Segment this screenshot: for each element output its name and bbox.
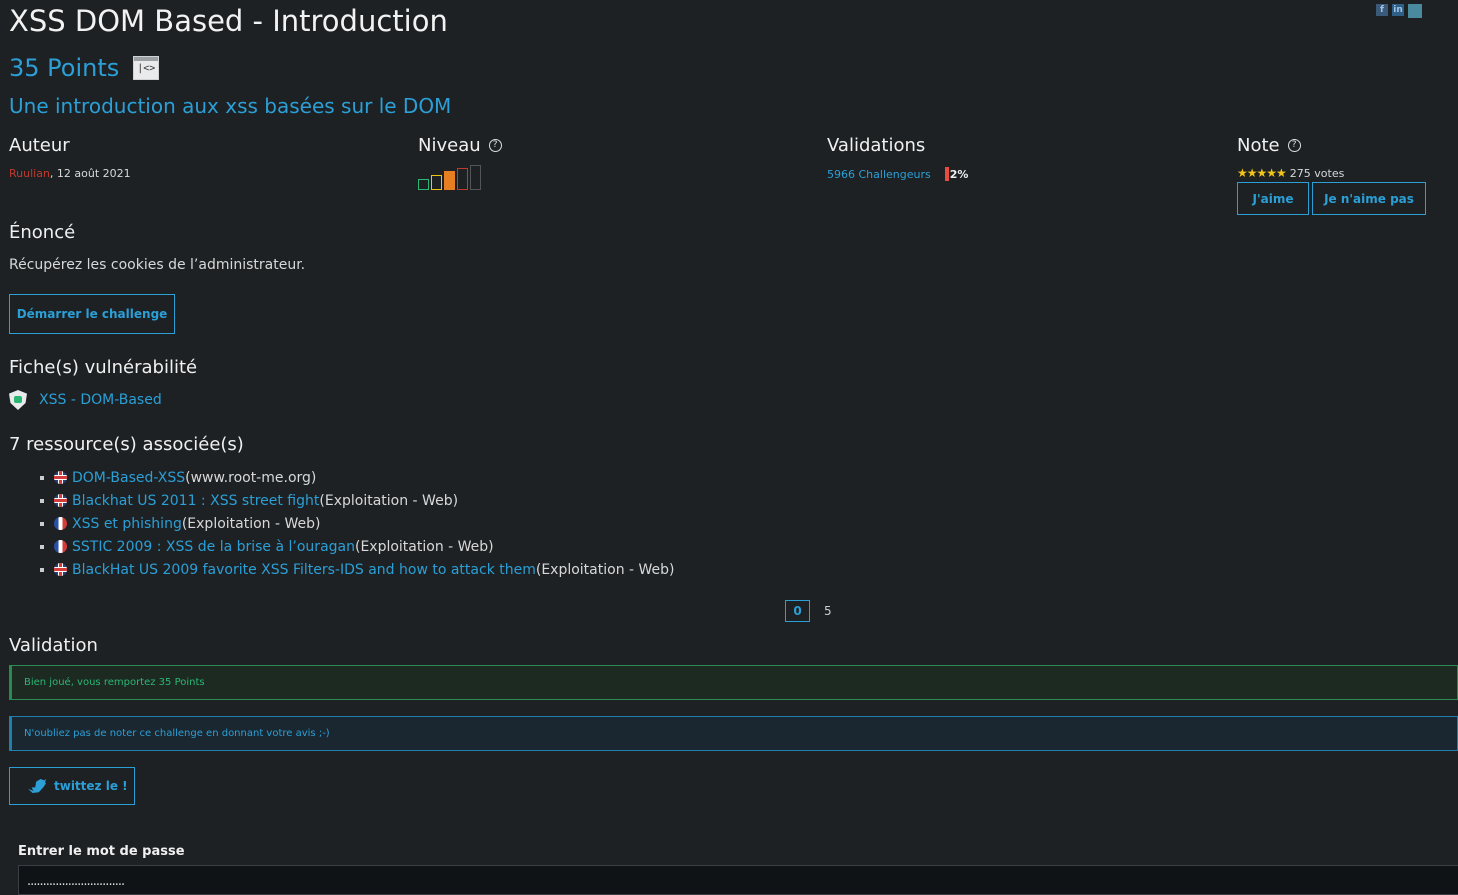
code-window-icon: |<> [133, 56, 160, 80]
social-links: f in [1376, 4, 1422, 18]
start-challenge-button[interactable]: Démarrer le challenge [9, 294, 175, 334]
author-link[interactable]: Ruulian [9, 167, 50, 180]
percent-label: 2% [949, 167, 969, 181]
resource-link[interactable]: SSTIC 2009 : XSS de la brise à l’ouragan [72, 539, 355, 555]
list-item: SSTIC 2009 : XSS de la brise à l’ouragan… [40, 535, 675, 558]
dislike-button[interactable]: Je n'aime pas [1312, 182, 1426, 215]
author-heading: Auteur [9, 135, 70, 156]
level-bar [457, 168, 468, 190]
fr-flag-icon [54, 540, 67, 553]
resources-heading: 7 ressource(s) associée(s) [9, 434, 244, 455]
twitter-icon [28, 779, 46, 793]
uk-flag-icon [54, 471, 67, 484]
fr-flag-icon [54, 517, 67, 530]
statement-text: Récupérez les cookies de l’administrateu… [9, 257, 306, 273]
validation-heading: Validation [9, 635, 98, 656]
level-bar [444, 171, 455, 190]
bullet-icon [40, 498, 44, 503]
points-row: 35 Points |<> [9, 54, 160, 82]
tweet-button[interactable]: twittez le ! [9, 767, 135, 805]
vuln-item: XSS - DOM-Based [9, 390, 162, 410]
rating: ★★★★★ 275 votes [1237, 166, 1344, 180]
resource-link[interactable]: Blackhat US 2011 : XSS street fight [72, 493, 319, 509]
percent-bar [944, 167, 949, 181]
info-alert: N'oubliez pas de noter ce challenge en d… [9, 716, 1458, 751]
validations-count-link[interactable]: 5966 Challengeurs [827, 168, 931, 181]
statement-heading: Énoncé [9, 222, 76, 243]
resource-suffix: (Exploitation - Web) [319, 492, 459, 509]
vote-count: 275 votes [1289, 166, 1345, 180]
password-label: Entrer le mot de passe [18, 844, 185, 859]
points-value: 35 Points [9, 54, 120, 82]
list-item: XSS et phishing (Exploitation - Web) [40, 512, 675, 535]
uk-flag-icon [54, 494, 67, 507]
facebook-icon[interactable]: f [1376, 4, 1388, 16]
star-rating-icon: ★★★★★ [1237, 166, 1287, 180]
list-item: DOM-Based-XSS (www.root-me.org) [40, 466, 675, 489]
shield-lock-icon [9, 390, 27, 410]
level-heading-label: Niveau [418, 135, 481, 156]
like-button[interactable]: J'aime [1237, 182, 1309, 215]
list-item: Blackhat US 2011 : XSS street fight (Exp… [40, 489, 675, 512]
success-alert: Bien joué, vous remportez 35 Points [9, 665, 1458, 700]
level-heading: Niveau ? [418, 135, 502, 156]
resource-suffix: (Exploitation - Web) [354, 538, 494, 555]
uk-flag-icon [54, 563, 67, 576]
page-title: XSS DOM Based - Introduction [9, 4, 448, 38]
resource-suffix: (www.root-me.org) [185, 469, 317, 486]
validation-percent: 2% [944, 167, 969, 181]
note-heading: Note ? [1237, 135, 1301, 156]
author-heading-label: Auteur [9, 135, 70, 156]
note-heading-label: Note [1237, 135, 1280, 156]
linkedin-icon[interactable]: in [1392, 4, 1404, 16]
vuln-link[interactable]: XSS - DOM-Based [39, 392, 162, 408]
resource-link[interactable]: XSS et phishing [72, 516, 182, 532]
vuln-heading: Fiche(s) vulnérabilité [9, 357, 198, 378]
bullet-icon [40, 521, 44, 526]
validations-heading: Validations [827, 135, 925, 156]
level-bar [431, 175, 442, 190]
list-item: BlackHat US 2009 favorite XSS Filters-ID… [40, 558, 675, 581]
pagination: 0 5 [785, 600, 832, 622]
author-info: Ruulian, 12 août 2021 [9, 167, 131, 180]
help-circle-icon[interactable]: ? [1287, 139, 1301, 152]
challenge-subtitle: Une introduction aux xss basées sur le D… [9, 94, 452, 118]
bullet-icon [40, 475, 44, 480]
resource-link[interactable]: DOM-Based-XSS [72, 470, 185, 486]
bullet-icon [40, 544, 44, 549]
resource-suffix: (Exploitation - Web) [181, 515, 321, 532]
level-bar [470, 165, 481, 190]
level-bars [418, 165, 481, 190]
resource-suffix: (Exploitation - Web) [535, 561, 675, 578]
page-next[interactable]: 5 [824, 604, 832, 618]
bullet-icon [40, 567, 44, 572]
help-circle-icon[interactable]: ? [488, 139, 502, 152]
validations-heading-label: Validations [827, 135, 926, 156]
tweet-label: twittez le ! [54, 779, 128, 793]
resource-list: DOM-Based-XSS (www.root-me.org) Blackhat… [40, 466, 675, 581]
level-bar [418, 179, 429, 190]
resource-link[interactable]: BlackHat US 2009 favorite XSS Filters-ID… [72, 562, 536, 578]
author-date: , 12 août 2021 [49, 167, 131, 180]
password-input[interactable]: ............................... [18, 865, 1458, 895]
page-current[interactable]: 0 [785, 600, 810, 622]
share-icon[interactable] [1408, 4, 1422, 18]
validations-info: 5966 Challengeurs 2% [827, 167, 968, 181]
